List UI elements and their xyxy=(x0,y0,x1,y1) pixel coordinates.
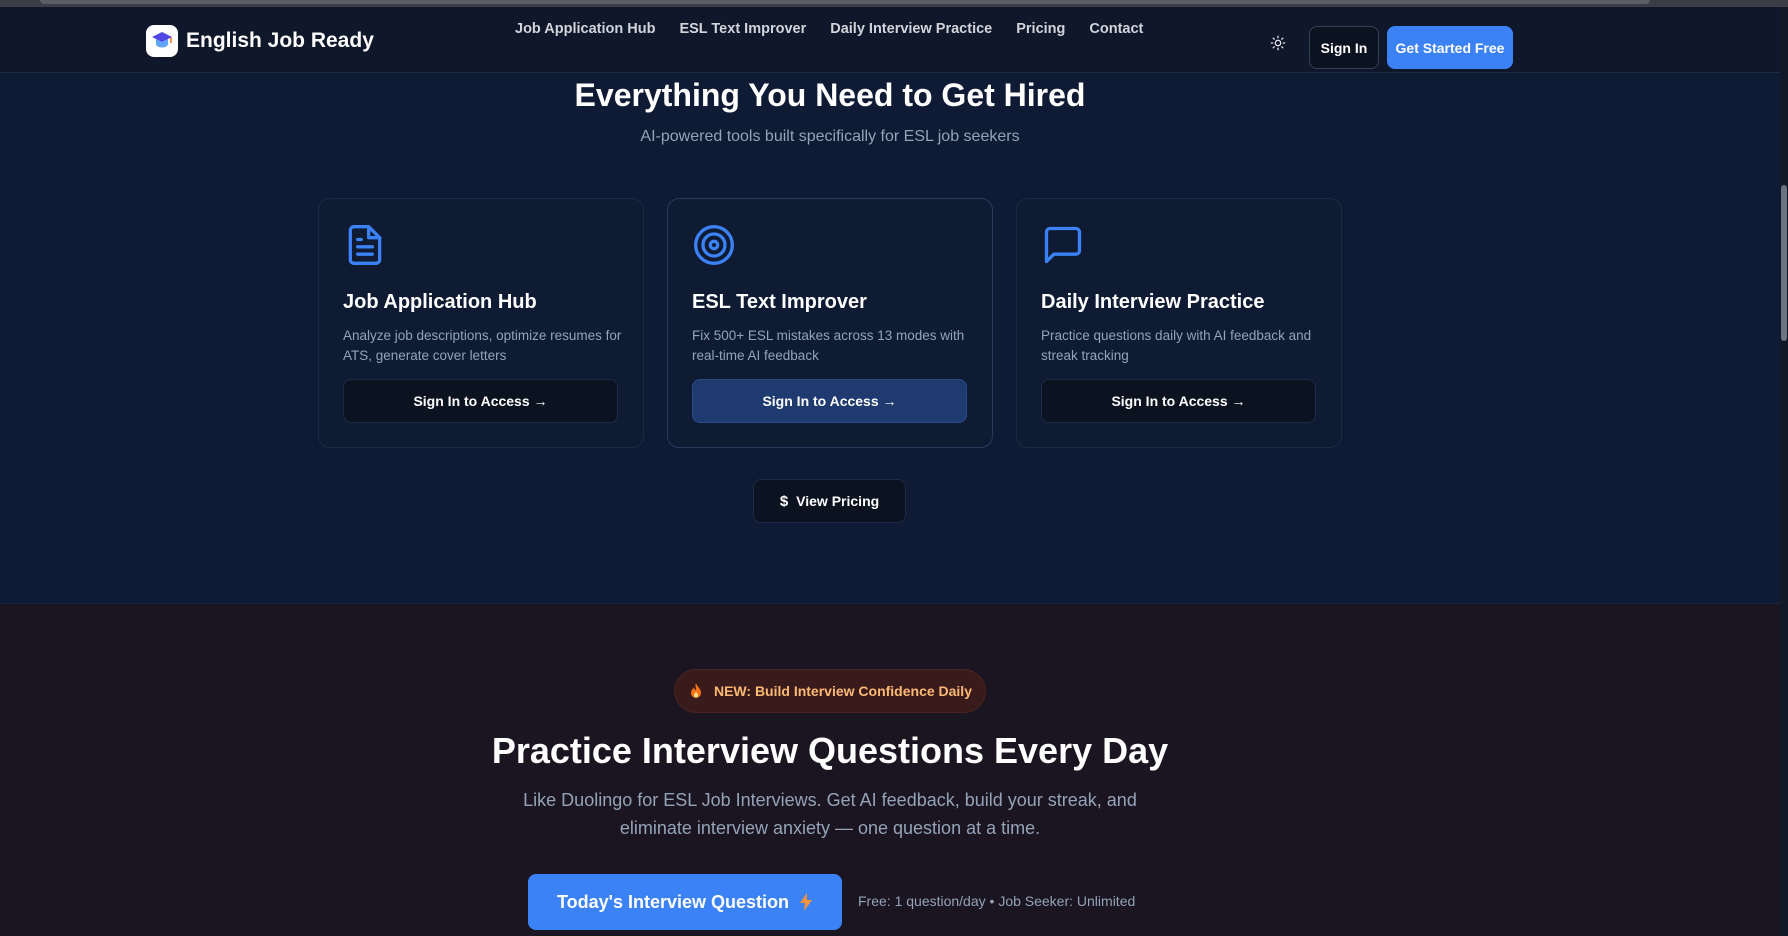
card-description: Analyze job descriptions, optimize resum… xyxy=(343,328,622,363)
free-plan-note: Free: 1 question/day • Job Seeker: Unlim… xyxy=(858,893,1136,909)
feature-card-daily-interview-practice: Daily Interview Practice Practice questi… xyxy=(1016,198,1342,448)
card-title: ESL Text Improver xyxy=(692,291,867,313)
nav-item-contact[interactable]: Contact xyxy=(1089,21,1143,37)
graduation-cap-icon xyxy=(146,25,178,57)
nav-item-esl-text-improver[interactable]: ESL Text Improver xyxy=(679,21,806,37)
get-started-button[interactable]: Get Started Free xyxy=(1387,26,1513,69)
feature-card-job-application-hub: Job Application Hub Analyze job descript… xyxy=(318,198,644,448)
brand-logo[interactable]: English Job Ready xyxy=(146,25,374,57)
chat-bubble-icon xyxy=(1041,223,1085,267)
view-pricing-button[interactable]: $ View Pricing xyxy=(753,479,906,523)
card-title: Job Application Hub xyxy=(343,291,537,313)
brand-name: English Job Ready xyxy=(186,29,374,52)
practice-description: Like Duolingo for ESL Job Interviews. Ge… xyxy=(523,790,1137,838)
scrollbar[interactable] xyxy=(1780,7,1788,936)
view-pricing-label: View Pricing xyxy=(796,493,880,509)
badge-label: NEW: Build Interview Confidence Daily xyxy=(713,683,972,699)
sign-in-to-access-button[interactable]: Sign In to Access → xyxy=(343,379,618,423)
theme-toggle-button[interactable] xyxy=(1266,31,1290,55)
practice-title: Practice Interview Questions Every Day xyxy=(491,730,1169,771)
card-description: Fix 500+ ESL mistakes across 13 modes wi… xyxy=(692,328,965,363)
sun-icon xyxy=(1270,35,1286,51)
cta-label: Today's Interview Question xyxy=(557,891,789,912)
nav-item-job-application-hub[interactable]: Job Application Hub xyxy=(515,21,655,37)
nav-item-daily-interview-practice[interactable]: Daily Interview Practice xyxy=(830,21,992,37)
practice-section: NEW: Build Interview Confidence Daily Pr… xyxy=(0,604,1780,936)
target-icon xyxy=(692,223,736,267)
scrollbar-thumb[interactable] xyxy=(1781,185,1787,341)
todays-interview-question-button[interactable]: Today's Interview Question xyxy=(528,874,842,930)
site-header: English Job Ready Job Application Hub ES… xyxy=(0,7,1780,73)
sign-in-to-access-button[interactable]: Sign In to Access → xyxy=(692,379,967,423)
new-badge: NEW: Build Interview Confidence Daily xyxy=(674,669,986,713)
sign-in-button[interactable]: Sign In xyxy=(1309,26,1379,69)
features-subtitle: AI-powered tools built specifically for … xyxy=(640,128,1020,145)
nav-item-pricing[interactable]: Pricing xyxy=(1016,21,1065,37)
browser-top-strip xyxy=(0,0,1788,7)
document-icon xyxy=(343,223,387,267)
main-nav: Job Application Hub ESL Text Improver Da… xyxy=(515,21,1143,37)
feature-card-esl-text-improver: ESL Text Improver Fix 500+ ESL mistakes … xyxy=(667,198,993,448)
features-section: Everything You Need to Get Hired AI-powe… xyxy=(0,73,1780,604)
card-title: Daily Interview Practice xyxy=(1041,291,1265,313)
lightning-icon xyxy=(800,893,812,911)
flame-icon xyxy=(690,683,701,698)
card-description: Practice questions daily with AI feedbac… xyxy=(1041,328,1312,363)
features-title: Everything You Need to Get Hired xyxy=(574,77,1086,113)
sign-in-to-access-button[interactable]: Sign In to Access → xyxy=(1041,379,1316,423)
dollar-icon: $ xyxy=(779,492,789,510)
